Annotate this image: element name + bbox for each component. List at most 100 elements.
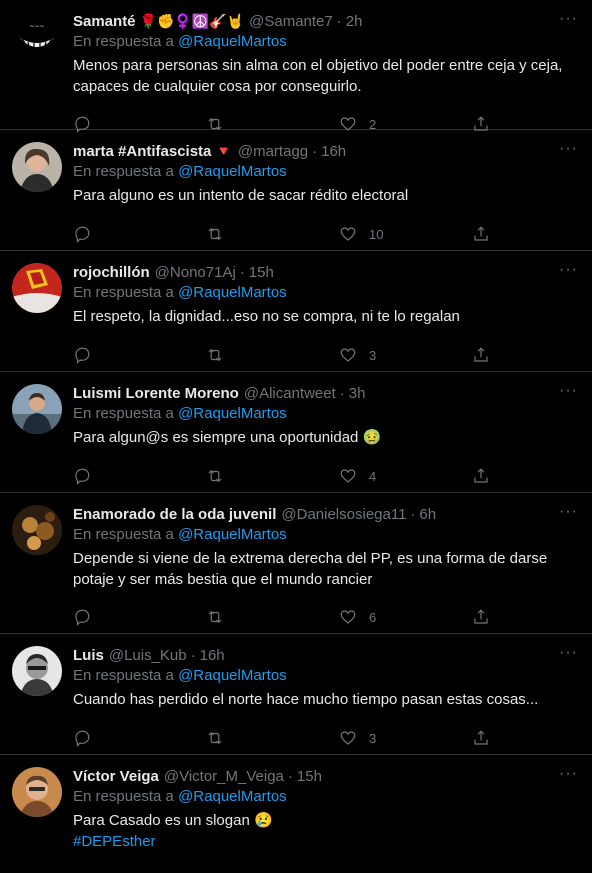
- reply-icon: [75, 347, 90, 364]
- author-name[interactable]: marta #Antifascista: [73, 143, 211, 160]
- share-icon: [474, 226, 488, 241]
- mention-link[interactable]: @RaquelMartos: [178, 788, 287, 805]
- like-button[interactable]: 4: [339, 467, 472, 485]
- more-options-icon[interactable]: ···: [559, 504, 578, 520]
- tweet-actions: 6: [73, 598, 503, 636]
- share-button[interactable]: [472, 467, 490, 485]
- author-handle[interactable]: @martagg: [238, 143, 308, 160]
- reply-icon: [75, 468, 90, 485]
- more-options-icon[interactable]: ···: [559, 262, 578, 278]
- like-button[interactable]: 6: [339, 608, 472, 626]
- avatar[interactable]: [12, 142, 62, 192]
- reply-icon: [75, 609, 90, 626]
- svg-text:~~~: ~~~: [29, 23, 44, 30]
- reply-button[interactable]: [73, 225, 206, 243]
- author-handle[interactable]: @Nono71Aj: [155, 264, 236, 281]
- tweet[interactable]: marta #Antifascista 🔻 @martagg · 16h En …: [0, 130, 592, 251]
- heart-icon: [340, 610, 356, 624]
- avatar[interactable]: [12, 646, 62, 696]
- retweet-button[interactable]: [206, 225, 339, 243]
- mention-link[interactable]: @RaquelMartos: [178, 163, 287, 180]
- retweet-button[interactable]: [206, 467, 339, 485]
- retweet-icon: [208, 610, 222, 624]
- tweet-actions: 3: [73, 336, 503, 374]
- reply-button[interactable]: [73, 608, 206, 626]
- mention-link[interactable]: @RaquelMartos: [178, 405, 287, 422]
- like-count: 3: [369, 347, 377, 363]
- author-name[interactable]: Luis: [73, 647, 104, 664]
- author-handle[interactable]: @Alicantweet: [244, 385, 336, 402]
- retweet-button[interactable]: [206, 608, 339, 626]
- avatar[interactable]: [12, 767, 62, 817]
- more-options-icon[interactable]: ···: [559, 141, 578, 157]
- tweet[interactable]: Luis @Luis_Kub · 16h En respuesta a @Raq…: [0, 634, 592, 755]
- like-button[interactable]: 3: [339, 729, 472, 747]
- tweet-time[interactable]: 15h: [249, 264, 274, 281]
- mention-link[interactable]: @RaquelMartos: [178, 33, 287, 50]
- more-options-icon[interactable]: ···: [559, 383, 578, 399]
- share-icon: [474, 347, 488, 362]
- author-name[interactable]: Víctor Veiga: [73, 768, 159, 785]
- mention-link[interactable]: @RaquelMartos: [178, 284, 287, 301]
- share-button[interactable]: [472, 608, 490, 626]
- author-handle[interactable]: @Samante7: [249, 13, 333, 30]
- avatar[interactable]: ~~~: [12, 12, 62, 62]
- reply-button[interactable]: [73, 346, 206, 364]
- reply-button[interactable]: [73, 729, 206, 747]
- author-emoji: 🌹✊♀️☮️🎸🤘: [139, 12, 245, 29]
- hashtag-link[interactable]: #DEPEsther: [73, 831, 578, 852]
- share-button[interactable]: [472, 346, 490, 364]
- reply-context: En respuesta a @RaquelMartos: [73, 405, 287, 422]
- reply-context: En respuesta a @RaquelMartos: [73, 526, 287, 543]
- more-options-icon[interactable]: ···: [559, 11, 578, 27]
- like-button[interactable]: 10: [339, 225, 472, 243]
- tweet-time[interactable]: 3h: [349, 385, 366, 402]
- share-icon: [474, 468, 488, 483]
- more-options-icon[interactable]: ···: [559, 766, 578, 782]
- reply-icon: [75, 730, 90, 747]
- like-button[interactable]: 3: [339, 346, 472, 364]
- avatar[interactable]: [12, 505, 62, 555]
- share-button[interactable]: [472, 225, 490, 243]
- reply-feed: ~~~ Samanté 🌹✊♀️☮️🎸🤘 @Samante7 · 2h En r…: [0, 0, 592, 863]
- heart-icon: [340, 469, 356, 483]
- avatar[interactable]: [12, 263, 62, 313]
- heart-icon: [340, 731, 356, 745]
- author-handle[interactable]: @Victor_M_Veiga: [164, 768, 284, 785]
- avatar[interactable]: [12, 384, 62, 434]
- more-options-icon[interactable]: ···: [559, 645, 578, 661]
- reply-button[interactable]: [73, 467, 206, 485]
- retweet-icon: [208, 348, 222, 362]
- retweet-button[interactable]: [206, 729, 339, 747]
- tweet[interactable]: Enamorado de la oda juvenil @Danielsosie…: [0, 493, 592, 634]
- tweet-text: El respeto, la dignidad...eso no se comp…: [73, 308, 460, 325]
- mention-link[interactable]: @RaquelMartos: [178, 526, 287, 543]
- mention-link[interactable]: @RaquelMartos: [178, 667, 287, 684]
- author-handle[interactable]: @Danielsosiega11: [281, 506, 406, 523]
- retweet-button[interactable]: [206, 346, 339, 364]
- tweet[interactable]: Víctor Veiga @Victor_M_Veiga · 15h En re…: [0, 755, 592, 863]
- tweet-text: Para Casado es un slogan 😢 #DEPEsther: [73, 810, 578, 852]
- heart-icon: [340, 227, 356, 241]
- author-name[interactable]: Enamorado de la oda juvenil: [73, 506, 276, 523]
- share-button[interactable]: [472, 729, 490, 747]
- author-name[interactable]: Luismi Lorente Moreno: [73, 385, 239, 402]
- reply-context: En respuesta a @RaquelMartos: [73, 33, 287, 50]
- tweet-time[interactable]: 15h: [297, 768, 322, 785]
- reply-context: En respuesta a @RaquelMartos: [73, 284, 287, 301]
- tweet-actions: 3: [73, 719, 503, 757]
- tweet[interactable]: ~~~ Samanté 🌹✊♀️☮️🎸🤘 @Samante7 · 2h En r…: [0, 0, 592, 133]
- author-name[interactable]: rojochillón: [73, 264, 150, 281]
- tweet[interactable]: rojochillón @Nono71Aj · 15h En respuesta…: [0, 251, 592, 372]
- tweet[interactable]: Luismi Lorente Moreno @Alicantweet · 3h …: [0, 372, 592, 493]
- tweet-time[interactable]: 16h: [200, 647, 225, 664]
- tweet-time[interactable]: 16h: [321, 143, 346, 160]
- heart-icon: [340, 348, 356, 362]
- tweet-time[interactable]: 2h: [346, 13, 363, 30]
- tweet-text: Cuando has perdido el norte hace mucho t…: [73, 691, 539, 708]
- tweet-text: Para alguno es un intento de sacar rédit…: [73, 187, 409, 204]
- author-handle[interactable]: @Luis_Kub: [109, 647, 187, 664]
- tweet-time[interactable]: 6h: [419, 506, 436, 523]
- author-name[interactable]: Samanté: [73, 13, 136, 30]
- tweet-actions: 4: [73, 457, 503, 495]
